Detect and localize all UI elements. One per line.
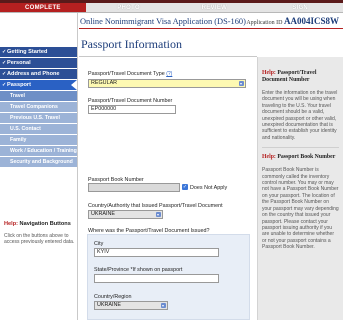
sidebar-item-passport[interactable]: ✓ Passport xyxy=(0,80,77,91)
help-text-book-number: Passport Book Number is commonly called … xyxy=(262,167,339,251)
sidebar-item-family[interactable]: Family xyxy=(0,135,77,146)
application-id-label: Application ID xyxy=(246,20,283,26)
tab-sign[interactable]: SIGN xyxy=(257,3,343,12)
help-text-doc-number: Enter the information on the travel docu… xyxy=(262,90,338,141)
nav-help-prefix: Help: xyxy=(4,221,18,227)
sidebar-item-address-phone[interactable]: ✓ Address and Phone xyxy=(0,69,77,80)
check-icon: ✓ xyxy=(2,71,7,77)
tab-photo[interactable]: PHOTO xyxy=(85,3,172,12)
sidebar-item-label: Getting Started xyxy=(7,49,48,55)
sidebar-item-security-background[interactable]: Security and Background xyxy=(0,157,77,168)
sidebar-item-work-education[interactable]: Work / Education / Training xyxy=(0,146,77,157)
app-title: Online Nonimmigrant Visa Application (DS… xyxy=(80,17,246,26)
nav-help-text: Click on the buttons above to access pre… xyxy=(4,233,75,246)
sidebar-item-travel[interactable]: Travel xyxy=(0,91,77,102)
issue-location-panel: City KYIV State/Province *If shown on pa… xyxy=(87,234,250,320)
city-input[interactable]: KYIV xyxy=(94,248,219,257)
help-link[interactable]: (?) xyxy=(166,71,172,77)
check-icon: ✓ xyxy=(2,82,7,88)
does-not-apply-checkbox[interactable]: ✓ xyxy=(182,184,188,190)
nav-help: Help: Navigation Buttons Click on the bu… xyxy=(4,221,76,246)
check-icon: ✓ xyxy=(2,60,7,66)
doc-type-label: Passport/Travel Document Type (?) xyxy=(88,71,173,77)
current-arrow-icon xyxy=(71,80,77,90)
sidebar-item-label: Address and Phone xyxy=(7,71,60,77)
sidebar-item-getting-started[interactable]: ✓ Getting Started xyxy=(0,47,77,58)
sidebar-item-personal[interactable]: ✓ Personal xyxy=(0,58,77,69)
sidebar-item-label: Passport xyxy=(7,82,31,88)
dropdown-arrow-icon xyxy=(161,303,166,308)
progress-tabs: COMPLETE PHOTO REVIEW SIGN xyxy=(0,3,343,13)
tab-review[interactable]: REVIEW xyxy=(171,3,258,12)
country-label: Country/Authority that Issued Passport/T… xyxy=(88,203,223,209)
help-title-doc-number: Help: Passport/Travel Document Number xyxy=(262,70,317,83)
page-title: Passport Information xyxy=(81,37,182,51)
help-panel: Help: Passport/Travel Document Number En… xyxy=(257,57,343,320)
check-icon: ✓ xyxy=(2,49,7,55)
dropdown-arrow-icon xyxy=(156,212,161,217)
application-id-value: AA004ICS8W xyxy=(283,16,339,26)
nav-help-title: Navigation Buttons xyxy=(19,221,71,227)
country-select[interactable]: UKRAINE xyxy=(88,210,163,219)
help-divider xyxy=(262,147,339,149)
help-title-book-number: Help: Passport Book Number xyxy=(262,154,336,161)
header-divider xyxy=(79,28,343,29)
dropdown-arrow-icon xyxy=(239,81,244,86)
state-input[interactable] xyxy=(94,274,219,283)
book-number-input[interactable] xyxy=(88,183,180,192)
sidebar-nav: ✓ Getting Started ✓ Personal ✓ Address a… xyxy=(0,13,78,320)
state-label: State/Province *If shown on passport xyxy=(94,267,183,273)
sidebar-item-label: Personal xyxy=(7,60,31,66)
does-not-apply-label: Does Not Apply xyxy=(190,185,228,191)
city-label: City xyxy=(94,241,104,247)
sidebar-item-travel-companions[interactable]: Travel Companions xyxy=(0,102,77,113)
doc-number-label: Passport/Travel Document Number xyxy=(88,98,173,104)
doc-number-input[interactable]: EP000000 xyxy=(88,105,176,114)
sidebar-item-us-contact[interactable]: U.S. Contact xyxy=(0,124,77,135)
doc-type-select[interactable]: REGULAR xyxy=(88,79,246,88)
title-divider xyxy=(79,56,257,57)
sidebar-item-previous-us-travel[interactable]: Previous U.S. Travel xyxy=(0,113,77,124)
region-select[interactable]: UKRAINE xyxy=(94,301,168,310)
application-id: Application ID AA004ICS8W xyxy=(246,16,339,26)
region-label: Country/Region xyxy=(94,294,132,300)
tab-complete[interactable]: COMPLETE xyxy=(0,3,86,12)
